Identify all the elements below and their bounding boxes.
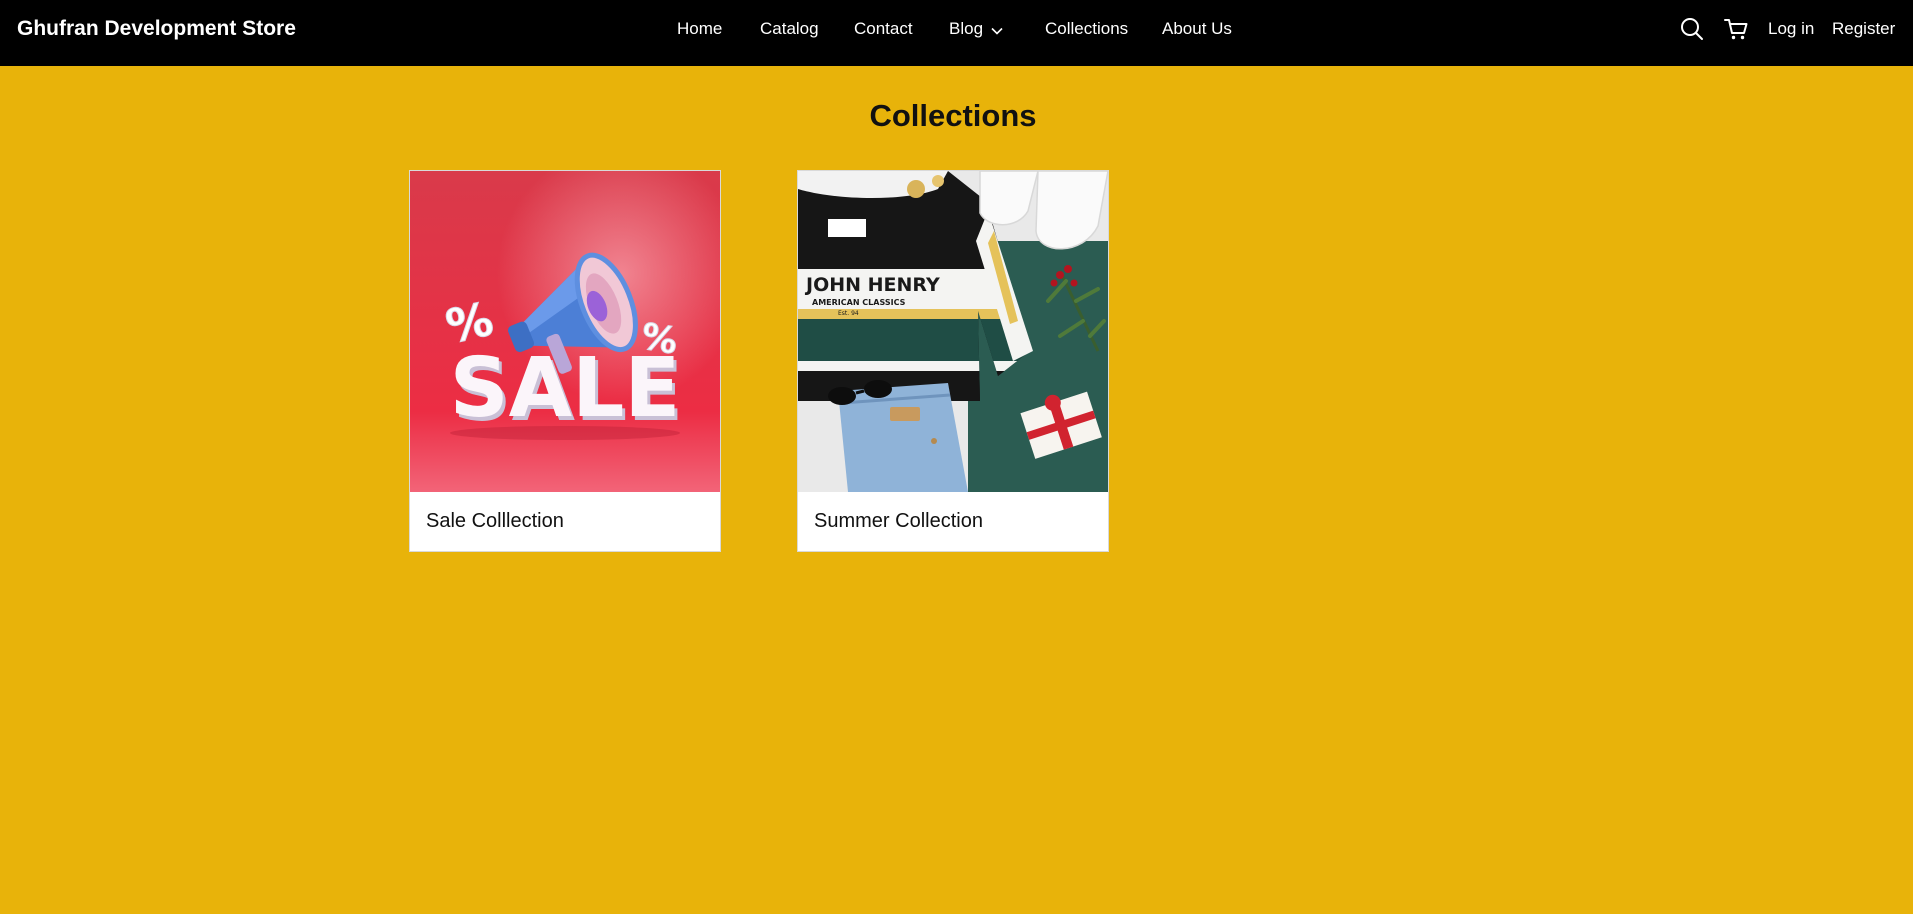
- collection-card-summer[interactable]: JOHN HENRY AMERICAN CLASSICS Est. 94 Sum…: [797, 170, 1109, 552]
- collection-title[interactable]: Sale Colllection: [426, 510, 564, 533]
- shirt-print-title: JOHN HENRY: [804, 274, 940, 296]
- site-header: Ghufran Development Store Home Catalog C…: [0, 0, 1913, 66]
- search-icon[interactable]: [1679, 16, 1705, 42]
- sale-text: SALE: [450, 341, 681, 436]
- nav-collections[interactable]: Collections: [1045, 19, 1128, 39]
- nav-blog-dropdown[interactable]: Blog: [949, 19, 1003, 40]
- nav-contact[interactable]: Contact: [854, 19, 913, 39]
- sale-collection-image: % % SALE SALE: [410, 171, 720, 492]
- nav-about-us[interactable]: About Us: [1162, 19, 1232, 39]
- summer-collection-image: JOHN HENRY AMERICAN CLASSICS Est. 94: [798, 171, 1108, 492]
- nav-blog-label: Blog: [949, 19, 984, 38]
- shirt-print-subtitle: AMERICAN CLASSICS: [812, 298, 906, 307]
- login-link[interactable]: Log in: [1768, 19, 1814, 39]
- register-link[interactable]: Register: [1832, 19, 1895, 39]
- nav-catalog[interactable]: Catalog: [760, 19, 819, 39]
- collection-card-sale[interactable]: % % SALE SALE Sale Colllection: [409, 170, 721, 552]
- store-logo[interactable]: Ghufran Development Store: [17, 17, 296, 41]
- cart-icon[interactable]: [1723, 16, 1749, 42]
- shirt-print-year: Est. 94: [838, 310, 859, 317]
- collection-title[interactable]: Summer Collection: [814, 510, 983, 533]
- nav-home[interactable]: Home: [677, 19, 722, 39]
- chevron-down-icon: [991, 20, 1003, 40]
- page-title: Collections: [869, 98, 1037, 133]
